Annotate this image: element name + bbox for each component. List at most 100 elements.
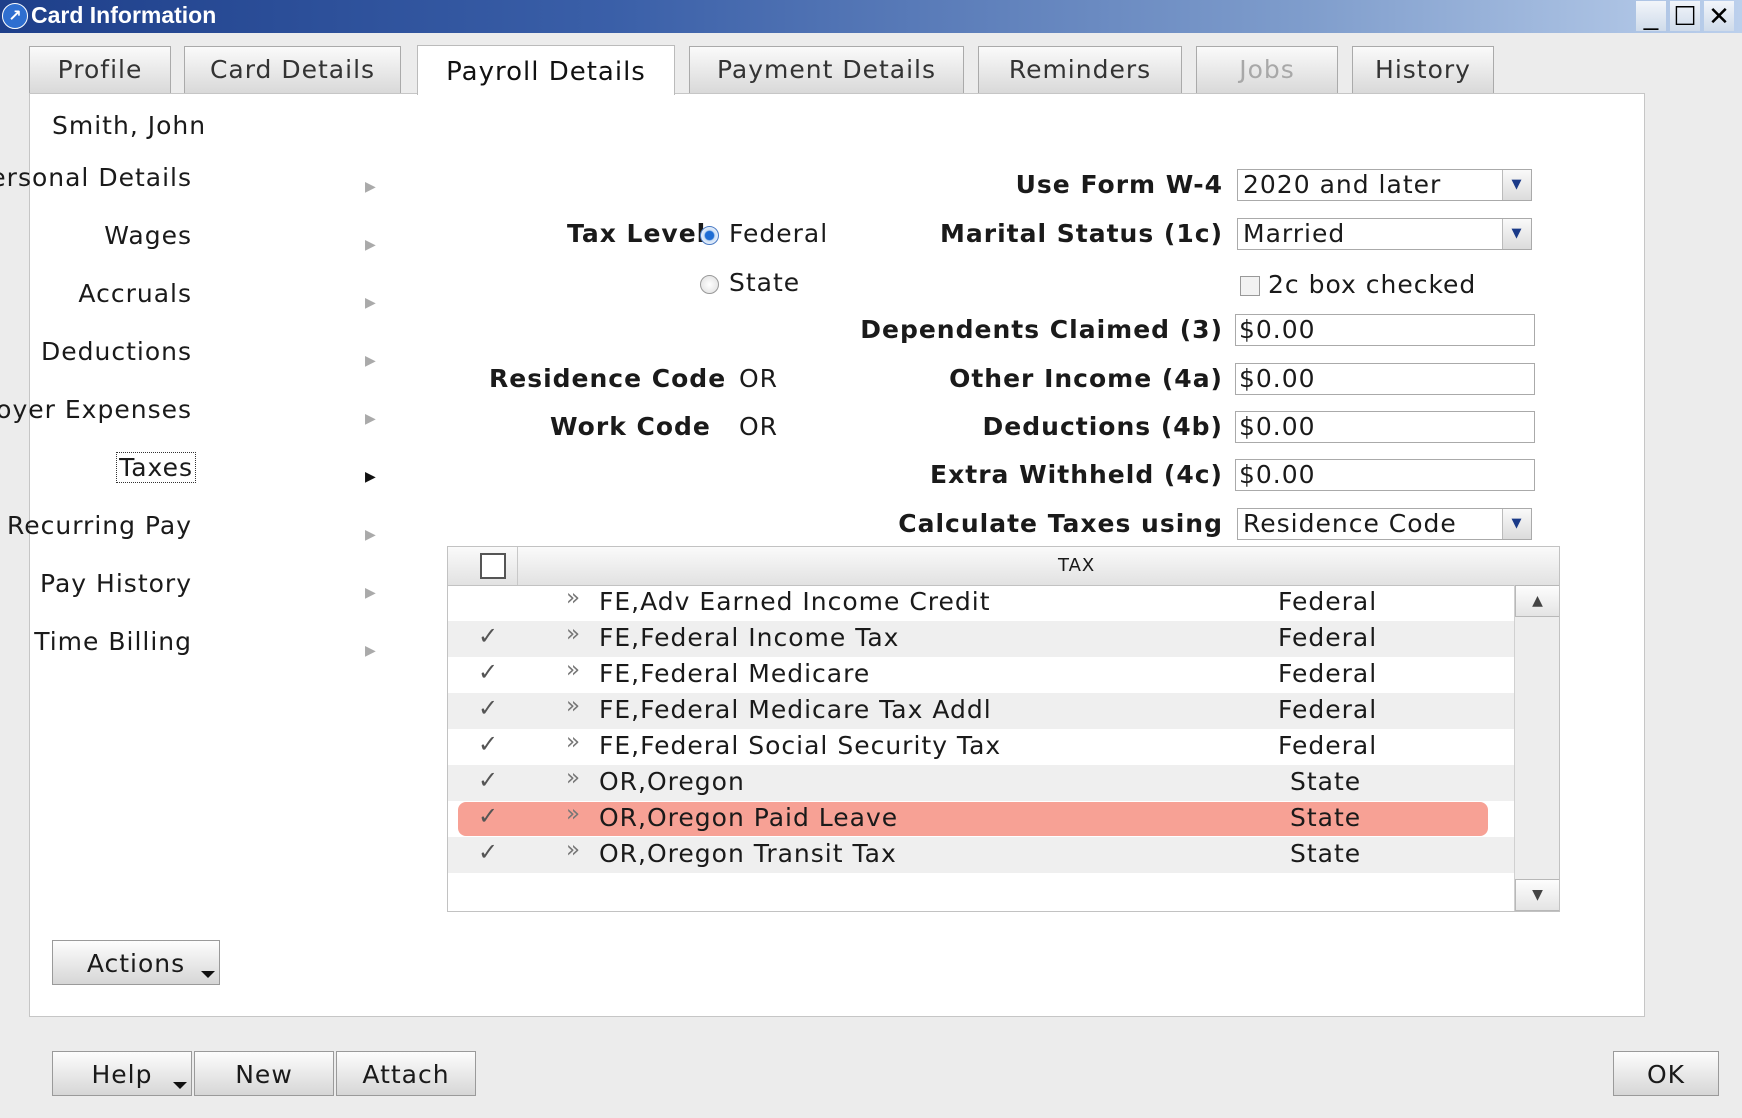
- dependents-claimed-label: Dependents Claimed (3): [860, 315, 1223, 344]
- scroll-down-icon[interactable]: ▼: [1515, 879, 1559, 911]
- table-row[interactable]: ✓ » OR,Oregon State: [448, 765, 1514, 801]
- new-button[interactable]: New: [194, 1051, 334, 1096]
- nav-arrow-icon: ▶: [365, 237, 376, 253]
- tax-level-state-label[interactable]: State: [729, 268, 800, 297]
- drill-down-arrow-icon[interactable]: »: [566, 837, 581, 863]
- tab-profile[interactable]: Profile: [29, 46, 171, 93]
- vertical-scrollbar[interactable]: ▲ ▼: [1514, 585, 1559, 911]
- tab-jobs: Jobs: [1196, 46, 1338, 93]
- tab-payroll-details[interactable]: Payroll Details: [417, 45, 675, 95]
- other-income-input[interactable]: $0.00: [1235, 363, 1535, 395]
- drill-down-arrow-icon[interactable]: »: [566, 585, 581, 611]
- tax-level-federal-label[interactable]: Federal: [729, 219, 828, 248]
- other-income-label: Other Income (4a): [949, 364, 1223, 393]
- tax-level-label: Tax Level: [567, 219, 707, 248]
- close-button[interactable]: ✕: [1704, 1, 1734, 31]
- checkmark-icon[interactable]: ✓: [478, 658, 499, 686]
- minimize-button[interactable]: _: [1636, 1, 1666, 31]
- checkmark-icon[interactable]: ✓: [478, 802, 499, 830]
- nav-pay-history[interactable]: Pay History: [40, 569, 192, 598]
- nav-recurring-pay[interactable]: Recurring Pay: [7, 511, 192, 540]
- nav-arrow-icon: ▶: [365, 179, 376, 195]
- tax-level: Federal: [1278, 659, 1378, 688]
- scroll-up-icon[interactable]: ▲: [1515, 585, 1559, 617]
- caret-down-icon: [173, 1082, 187, 1089]
- app-logo-icon: ↗: [2, 3, 28, 29]
- nav-arrow-icon: ▶: [365, 469, 376, 485]
- tax-name: OR,Oregon Transit Tax: [599, 839, 897, 868]
- tab-reminders[interactable]: Reminders: [978, 46, 1182, 93]
- table-row[interactable]: ✓ » FE,Federal Medicare Tax Addl Federal: [448, 693, 1514, 729]
- residence-code-value: OR: [739, 364, 779, 393]
- tax-name: FE,Federal Medicare: [599, 659, 871, 688]
- marital-status-select[interactable]: Married ▼: [1237, 218, 1532, 250]
- box2c-label[interactable]: 2c box checked: [1268, 270, 1476, 299]
- nav-accruals[interactable]: Accruals: [78, 279, 192, 308]
- help-button[interactable]: Help: [52, 1051, 192, 1096]
- tax-name: OR,Oregon: [599, 767, 745, 796]
- checkmark-icon[interactable]: ✓: [478, 694, 499, 722]
- column-divider: [517, 547, 518, 585]
- chevron-down-icon[interactable]: ▼: [1502, 219, 1531, 249]
- drill-down-arrow-icon[interactable]: »: [566, 765, 581, 791]
- dependents-claimed-input[interactable]: $0.00: [1235, 314, 1535, 346]
- tab-card-details[interactable]: Card Details: [184, 46, 401, 93]
- nav-wages[interactable]: Wages: [104, 221, 192, 250]
- nav-personal-details[interactable]: Personal Details: [0, 163, 192, 192]
- attach-button[interactable]: Attach: [336, 1051, 476, 1096]
- actions-button[interactable]: Actions: [52, 940, 220, 985]
- drill-down-arrow-icon[interactable]: »: [566, 693, 581, 719]
- nav-time-billing[interactable]: Time Billing: [34, 627, 192, 656]
- table-row[interactable]: ✓ » OR,Oregon Transit Tax State: [448, 837, 1514, 873]
- nav-arrow-icon: ▶: [365, 353, 376, 369]
- drill-down-arrow-icon[interactable]: »: [566, 729, 581, 755]
- drill-down-arrow-icon[interactable]: »: [566, 657, 581, 683]
- checkmark-icon[interactable]: ✓: [478, 622, 499, 650]
- chevron-down-icon[interactable]: ▼: [1502, 509, 1531, 539]
- deductions-4b-input[interactable]: $0.00: [1235, 411, 1535, 443]
- actions-button-label: Actions: [86, 949, 186, 978]
- table-row[interactable]: » FE,Adv Earned Income Credit Federal: [448, 585, 1514, 621]
- tax-level-federal-radio[interactable]: [700, 226, 719, 245]
- tab-history[interactable]: History: [1352, 46, 1494, 93]
- calculate-taxes-label: Calculate Taxes using: [898, 509, 1223, 538]
- calculate-taxes-select[interactable]: Residence Code ▼: [1237, 508, 1532, 540]
- checkmark-icon[interactable]: ✓: [478, 838, 499, 866]
- work-code-label: Work Code: [550, 412, 711, 441]
- table-row[interactable]: ✓ » FE,Federal Medicare Federal: [448, 657, 1514, 693]
- nav-deductions[interactable]: Deductions: [41, 337, 192, 366]
- drill-down-arrow-icon[interactable]: »: [566, 801, 581, 827]
- card-name: Smith, John: [52, 111, 207, 140]
- checkmark-icon[interactable]: ✓: [478, 766, 499, 794]
- tax-name: FE,Federal Social Security Tax: [599, 731, 1002, 760]
- title-bar: ↗ Card Information _ ☐ ✕: [0, 0, 1742, 33]
- tax-level: Federal: [1278, 695, 1378, 724]
- nav-arrow-icon: ▶: [365, 295, 376, 311]
- tax-column-header[interactable]: TAX: [1058, 555, 1095, 576]
- extra-withheld-input[interactable]: $0.00: [1235, 459, 1535, 491]
- use-form-w4-select[interactable]: 2020 and later ▼: [1237, 169, 1532, 201]
- ok-button[interactable]: OK: [1613, 1051, 1719, 1096]
- table-row[interactable]: ✓ » OR,Oregon Paid Leave State: [448, 801, 1514, 837]
- nav-arrow-icon: ▶: [365, 527, 376, 543]
- calculate-taxes-value: Residence Code: [1243, 509, 1457, 538]
- nav-taxes[interactable]: Taxes: [116, 452, 196, 483]
- table-row[interactable]: ✓ » FE,Federal Income Tax Federal: [448, 621, 1514, 657]
- select-all-checkbox[interactable]: [480, 553, 506, 579]
- tax-level: Federal: [1278, 587, 1378, 616]
- work-code-value: OR: [739, 412, 779, 441]
- box2c-checkbox[interactable]: [1240, 276, 1260, 296]
- use-form-w4-value: 2020 and later: [1243, 170, 1442, 199]
- drill-down-arrow-icon[interactable]: »: [566, 621, 581, 647]
- tax-name: FE,Federal Income Tax: [599, 623, 900, 652]
- window-title: Card Information: [31, 2, 217, 28]
- checkmark-icon[interactable]: ✓: [478, 730, 499, 758]
- caret-down-icon: [201, 971, 215, 978]
- nav-employer-expenses[interactable]: Employer Expenses: [0, 395, 192, 424]
- chevron-down-icon[interactable]: ▼: [1502, 170, 1531, 200]
- maximize-button[interactable]: ☐: [1670, 1, 1700, 31]
- table-row[interactable]: ✓ » FE,Federal Social Security Tax Federal: [448, 729, 1514, 765]
- use-form-w4-label: Use Form W-4: [1015, 170, 1223, 199]
- tab-payment-details[interactable]: Payment Details: [689, 46, 964, 93]
- tax-level-state-radio[interactable]: [700, 275, 719, 294]
